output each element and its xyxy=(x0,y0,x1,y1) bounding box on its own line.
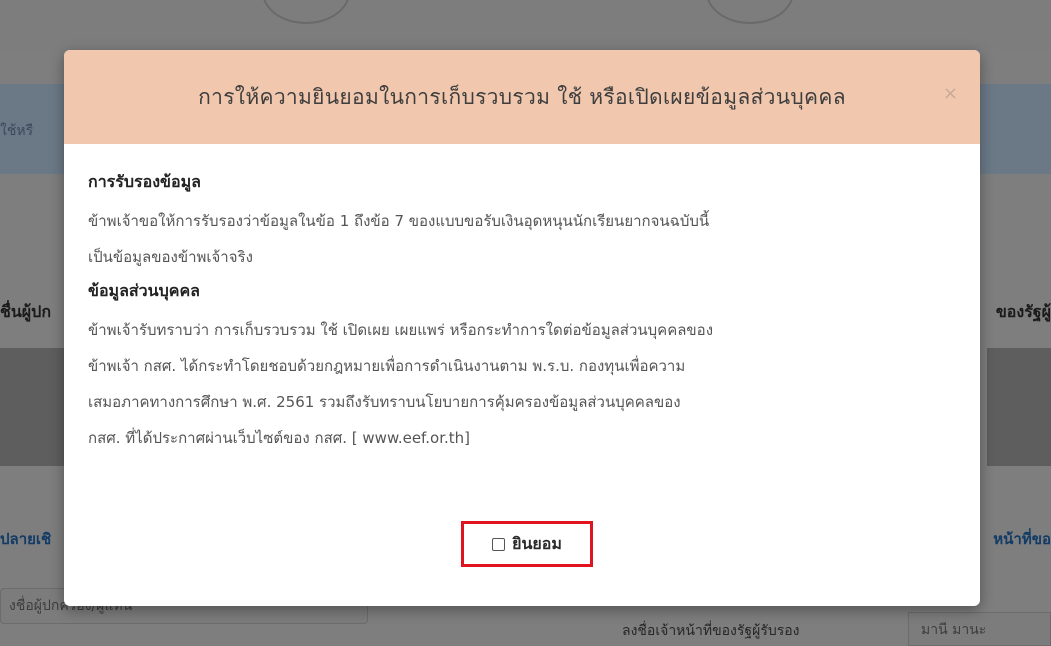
certification-text-line: เป็นข้อมูลของข้าพเจ้าจริง xyxy=(88,248,253,266)
background-right-label: ของรัฐผู้ xyxy=(995,302,1051,321)
consent-checkbox[interactable] xyxy=(492,537,506,551)
consent-highlight-box: ยินยอม xyxy=(461,521,593,567)
personal-data-text-line: ข้าพเจ้า กสศ. ได้กระทำโดยชอบด้วยกฎหมายเพ… xyxy=(88,357,686,375)
modal-body: การรับรองข้อมูล ข้าพเจ้าขอให้การรับรองว่… xyxy=(64,144,980,456)
modal-header: การให้ความยินยอมในการเก็บรวบรวม ใช้ หรือ… xyxy=(64,50,980,144)
personal-data-text-line: กสศ. ที่ได้ประกาศผ่านเว็บไซต์ของ กสศ. [ … xyxy=(88,429,470,447)
background-signature-image xyxy=(987,348,1051,466)
section-heading-personal-data: ข้อมูลส่วนบุคคล xyxy=(88,281,200,300)
background-header xyxy=(0,0,1051,50)
personal-data-text-line: ข้าพเจ้ารับทราบว่า การเก็บรวบรวม ใช้ เปิ… xyxy=(88,321,714,339)
certification-text-line: ข้าพเจ้าขอให้การรับรองว่าข้อมูลในข้อ 1 ถ… xyxy=(88,212,710,230)
section-heading-certification: การรับรองข้อมูล xyxy=(88,172,201,191)
personal-data-text-line: เสมอภาคทางการศึกษา พ.ศ. 2561 รวมถึงรับทร… xyxy=(88,393,681,411)
background-right-link: หน้าที่ขอ xyxy=(993,530,1051,548)
background-band-text: ใช้หรื xyxy=(0,123,34,139)
background-signature-image xyxy=(0,348,64,466)
background-officer-name-input: มานี มานะ xyxy=(908,612,1051,646)
background-left-link: ปลายเชิ xyxy=(0,530,52,548)
consent-modal: การให้ความยินยอมในการเก็บรวบรวม ใช้ หรือ… xyxy=(64,50,980,606)
close-icon[interactable]: × xyxy=(943,84,958,104)
consent-label[interactable]: ยินยอม xyxy=(512,532,562,557)
background-officer-label: ลงชื่อเจ้าหน้าที่ของรัฐผู้รับรอง xyxy=(622,623,800,639)
modal-title: การให้ความยินยอมในการเก็บรวบรวม ใช้ หรือ… xyxy=(198,84,846,109)
background-left-label: ชื่นผู้ปก xyxy=(0,302,52,321)
